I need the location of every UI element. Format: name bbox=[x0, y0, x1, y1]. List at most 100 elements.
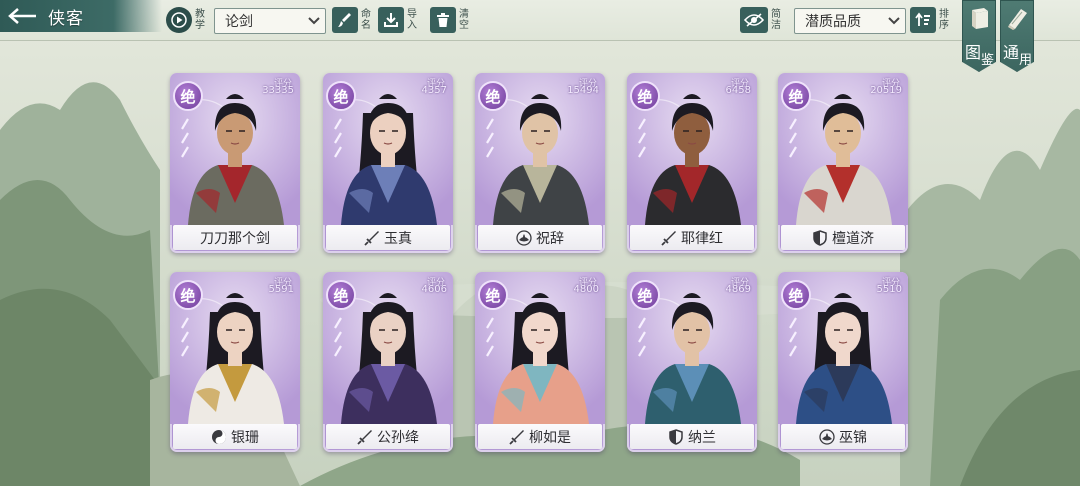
character-card[interactable]: 绝 评分 4606 公孙绛 bbox=[323, 272, 453, 452]
rank-badge: 绝 bbox=[478, 280, 508, 310]
rank-badge: 绝 bbox=[326, 81, 356, 111]
character-name-bar: 祝辞 bbox=[478, 225, 602, 250]
rank-badge: 绝 bbox=[781, 280, 811, 310]
character-card[interactable]: 绝 评分 6458 耶律红 bbox=[627, 73, 757, 253]
play-icon bbox=[166, 7, 192, 33]
character-card[interactable]: 绝 评分 4357 玉真 bbox=[323, 73, 453, 253]
simplify-label: 简洁 bbox=[771, 9, 781, 31]
rank-slash-marks bbox=[181, 317, 189, 357]
lotus-icon bbox=[516, 229, 532, 246]
character-name-bar: 玉真 bbox=[326, 225, 450, 250]
brush-icon bbox=[332, 7, 358, 33]
character-name: 刀刀那个剑 bbox=[200, 230, 270, 247]
chevron-down-icon bbox=[303, 17, 325, 25]
character-name-bar: 巫锦 bbox=[781, 424, 905, 449]
sword-icon bbox=[509, 429, 525, 445]
rank-slash-marks bbox=[789, 317, 797, 357]
score-value: 6458 bbox=[725, 85, 751, 96]
rank-slash-marks bbox=[181, 118, 189, 158]
character-name-bar: 刀刀那个剑 bbox=[173, 225, 297, 250]
character-name: 公孙绛 bbox=[377, 429, 419, 446]
page-title: 侠客 bbox=[48, 8, 84, 29]
rank-badge: 绝 bbox=[630, 81, 660, 111]
chevron-down-icon bbox=[883, 17, 905, 25]
rename-label: 命名 bbox=[361, 9, 371, 31]
score-value: 5591 bbox=[268, 284, 294, 295]
quality-value: 潜质品质 bbox=[805, 14, 861, 30]
character-card[interactable]: 绝 评分 33335 刀刀那个剑 bbox=[170, 73, 300, 253]
rank-slash-marks bbox=[334, 317, 342, 357]
import-label: 导入 bbox=[407, 9, 417, 31]
score-value: 5510 bbox=[876, 284, 902, 295]
rank-badge: 绝 bbox=[173, 81, 203, 111]
character-name: 巫锦 bbox=[839, 429, 867, 446]
clear-label: 清空 bbox=[459, 9, 469, 31]
rank-badge: 绝 bbox=[781, 81, 811, 111]
top-bar: 侠客 教学 论剑 命名 导入 清空 简洁 潜质品质 排序 bbox=[0, 0, 1080, 41]
score-value: 33335 bbox=[262, 85, 294, 96]
character-card[interactable]: 绝 评分 4800 柳如是 bbox=[475, 272, 605, 452]
rank-badge: 绝 bbox=[326, 280, 356, 310]
back-button[interactable]: 侠客 bbox=[0, 0, 162, 32]
character-card[interactable]: 绝 评分 15494 祝辞 bbox=[475, 73, 605, 253]
character-name-bar: 银珊 bbox=[173, 424, 297, 449]
trash-icon bbox=[430, 7, 456, 33]
tab-general-char1: 通 bbox=[1003, 43, 1020, 62]
scroll-icon bbox=[1008, 9, 1027, 30]
sort-icon bbox=[910, 7, 936, 33]
import-button[interactable]: 导入 bbox=[378, 5, 418, 35]
character-name-bar: 檀道济 bbox=[781, 225, 905, 250]
character-name: 纳兰 bbox=[688, 429, 716, 446]
score-value: 4869 bbox=[725, 284, 751, 295]
rank-slash-marks bbox=[789, 118, 797, 158]
tutorial-button[interactable]: 教学 bbox=[166, 5, 206, 35]
sort-button[interactable]: 排序 bbox=[910, 5, 950, 35]
score-value: 20519 bbox=[870, 85, 902, 96]
rank-slash-marks bbox=[638, 317, 646, 357]
character-name: 柳如是 bbox=[529, 429, 571, 446]
character-name: 银珊 bbox=[231, 429, 259, 446]
character-name-bar: 纳兰 bbox=[630, 424, 754, 449]
yinyang-icon bbox=[211, 429, 227, 445]
sword-icon bbox=[661, 230, 677, 246]
filter-dropdown[interactable]: 论剑 bbox=[214, 8, 326, 34]
rank-badge: 绝 bbox=[478, 81, 508, 111]
shield-icon bbox=[812, 229, 828, 246]
back-arrow-icon bbox=[8, 8, 36, 24]
rename-button[interactable]: 命名 bbox=[332, 5, 372, 35]
filter-value: 论剑 bbox=[225, 14, 253, 30]
character-name: 祝辞 bbox=[536, 230, 564, 247]
shield-icon bbox=[668, 428, 684, 445]
rank-badge: 绝 bbox=[173, 280, 203, 310]
score-value: 4800 bbox=[573, 284, 599, 295]
clear-button[interactable]: 清空 bbox=[430, 5, 470, 35]
quality-dropdown[interactable]: 潜质品质 bbox=[794, 8, 906, 34]
tab-catalog[interactable]: 图 鉴 bbox=[962, 0, 996, 72]
eye-icon bbox=[740, 7, 768, 33]
character-card[interactable]: 绝 评分 5591 银珊 bbox=[170, 272, 300, 452]
character-name: 玉真 bbox=[384, 230, 412, 247]
character-card[interactable]: 绝 评分 5510 巫锦 bbox=[778, 272, 908, 452]
score-value: 15494 bbox=[567, 85, 599, 96]
character-name-bar: 柳如是 bbox=[478, 424, 602, 449]
tutorial-label: 教学 bbox=[195, 9, 205, 31]
simplify-toggle[interactable]: 简洁 bbox=[740, 5, 782, 35]
sword-icon bbox=[357, 429, 373, 445]
rank-slash-marks bbox=[486, 317, 494, 357]
download-icon bbox=[378, 7, 404, 33]
character-name-bar: 耶律红 bbox=[630, 225, 754, 250]
book-icon bbox=[972, 8, 988, 29]
score-value: 4606 bbox=[421, 284, 447, 295]
character-card[interactable]: 绝 评分 20519 檀道济 bbox=[778, 73, 908, 253]
score-value: 4357 bbox=[421, 85, 447, 96]
tab-general[interactable]: 通 用 bbox=[1000, 0, 1034, 72]
character-card[interactable]: 绝 评分 4869 纳兰 bbox=[627, 272, 757, 452]
character-name: 檀道济 bbox=[832, 230, 874, 247]
sword-icon bbox=[364, 230, 380, 246]
lotus-icon bbox=[819, 428, 835, 445]
rank-slash-marks bbox=[486, 118, 494, 158]
tab-catalog-char1: 图 bbox=[965, 43, 982, 62]
character-name: 耶律红 bbox=[681, 230, 723, 247]
rank-slash-marks bbox=[638, 118, 646, 158]
character-name-bar: 公孙绛 bbox=[326, 424, 450, 449]
